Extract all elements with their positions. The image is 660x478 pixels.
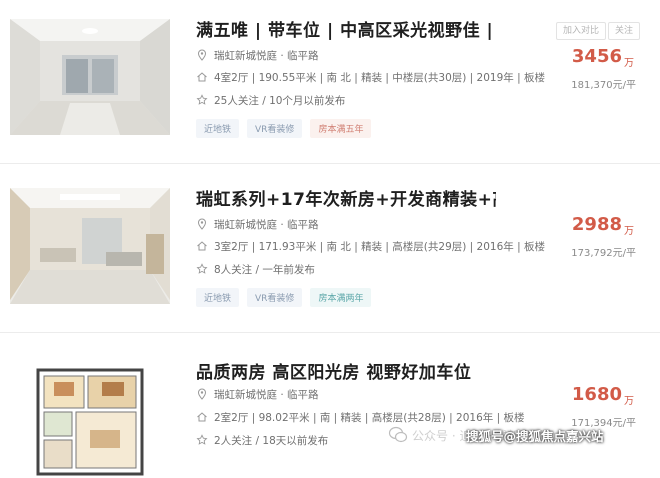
watermark-text-secondary: 搜狐号@搜狐焦点嘉兴站 [466, 429, 604, 444]
house-details: 3室2厅 | 171.93平米 | 南 北 | 精装 | 高楼层(共29层) |… [214, 240, 545, 253]
price-unit: 万 [624, 396, 634, 407]
living-room-photo-icon [10, 188, 170, 304]
follow-count: 25人关注 / 10个月以前发布 [214, 94, 346, 107]
follow-info-line: 8人关注 / 一年前发布 [196, 261, 315, 277]
tag-vr: VR看装修 [247, 119, 303, 138]
unit-price: 173,792元/平 [571, 248, 636, 259]
location-pin-icon [197, 49, 207, 61]
price-unit: 万 [624, 226, 634, 237]
tag-subway: 近地铁 [196, 288, 240, 307]
total-price: 2988 [571, 214, 622, 235]
follow-count: 2人关注 / 18天以前发布 [214, 434, 329, 447]
tag-subway: 近地铁 [196, 119, 240, 138]
unit-price: 181,370元/平 [571, 80, 636, 91]
divider [0, 332, 660, 333]
tag-two-years: 房本满两年 [310, 288, 372, 307]
community-name[interactable]: 瑞虹新城悦庭 · 临平路 [214, 217, 319, 232]
location-pin-icon [197, 218, 207, 230]
listing-photo[interactable] [10, 19, 170, 135]
listing-photo[interactable] [10, 188, 170, 304]
listing-card: 满五唯 | 带车位 | 中高区采光视野佳 | 户… 瑞虹新城悦庭 · 临平路 4… [0, 0, 660, 160]
listing-title[interactable]: 品质两房 高区阳光房 视野好加车位 [196, 358, 496, 383]
tag-list: 近地铁 VR看装修 房本满五年 [196, 119, 372, 138]
house-info-line: 4室2厅 | 190.55平米 | 南 北 | 精装 | 中楼层(共30层) |… [196, 69, 545, 85]
tag-vr: VR看装修 [247, 288, 303, 307]
star-icon [196, 94, 208, 105]
listing-title[interactable]: 满五唯 | 带车位 | 中高区采光视野佳 | 户… [196, 16, 496, 41]
follow-button[interactable]: 关注 [608, 22, 641, 40]
wechat-logo-icon [388, 426, 408, 443]
house-icon [197, 72, 207, 82]
community-name[interactable]: 瑞虹新城悦庭 · 临平路 [214, 387, 319, 402]
follow-count: 8人关注 / 一年前发布 [214, 263, 315, 276]
living-room-photo-icon [10, 19, 170, 135]
listing-title[interactable]: 瑞虹系列+17年次新房+开发商精装+高… [196, 185, 496, 210]
community-line[interactable]: 瑞虹新城悦庭 · 临平路 [196, 386, 319, 402]
house-icon [197, 412, 207, 422]
listing-card: 瑞虹系列+17年次新房+开发商精装+高… 瑞虹新城悦庭 · 临平路 3室2厅 |… [0, 168, 660, 328]
floor-plan-icon [10, 362, 170, 478]
star-icon [196, 434, 208, 445]
community-name[interactable]: 瑞虹新城悦庭 · 临平路 [214, 48, 319, 63]
location-pin-icon [197, 388, 207, 400]
follow-info-line: 25人关注 / 10个月以前发布 [196, 92, 345, 108]
total-price: 1680 [571, 384, 622, 405]
community-line[interactable]: 瑞虹新城悦庭 · 临平路 [196, 216, 319, 232]
star-icon [196, 263, 208, 274]
watermark: 公众号 · 追上一线新房楼盘 搜狐号@搜狐焦点嘉兴站 [388, 420, 660, 450]
listing-photo[interactable] [10, 362, 170, 478]
divider [0, 163, 660, 164]
house-details: 4室2厅 | 190.55平米 | 南 北 | 精装 | 中楼层(共30层) |… [214, 71, 545, 84]
house-info-line: 3室2厅 | 171.93平米 | 南 北 | 精装 | 高楼层(共29层) |… [196, 238, 545, 254]
house-icon [197, 241, 207, 251]
price-unit: 万 [624, 58, 634, 69]
tag-taxfree: 房本满五年 [310, 119, 372, 138]
tag-list: 近地铁 VR看装修 房本满两年 [196, 288, 372, 307]
community-line[interactable]: 瑞虹新城悦庭 · 临平路 [196, 47, 319, 63]
follow-info-line: 2人关注 / 18天以前发布 [196, 432, 328, 448]
add-compare-button[interactable]: 加入对比 [556, 22, 607, 40]
total-price: 3456 [571, 46, 622, 67]
